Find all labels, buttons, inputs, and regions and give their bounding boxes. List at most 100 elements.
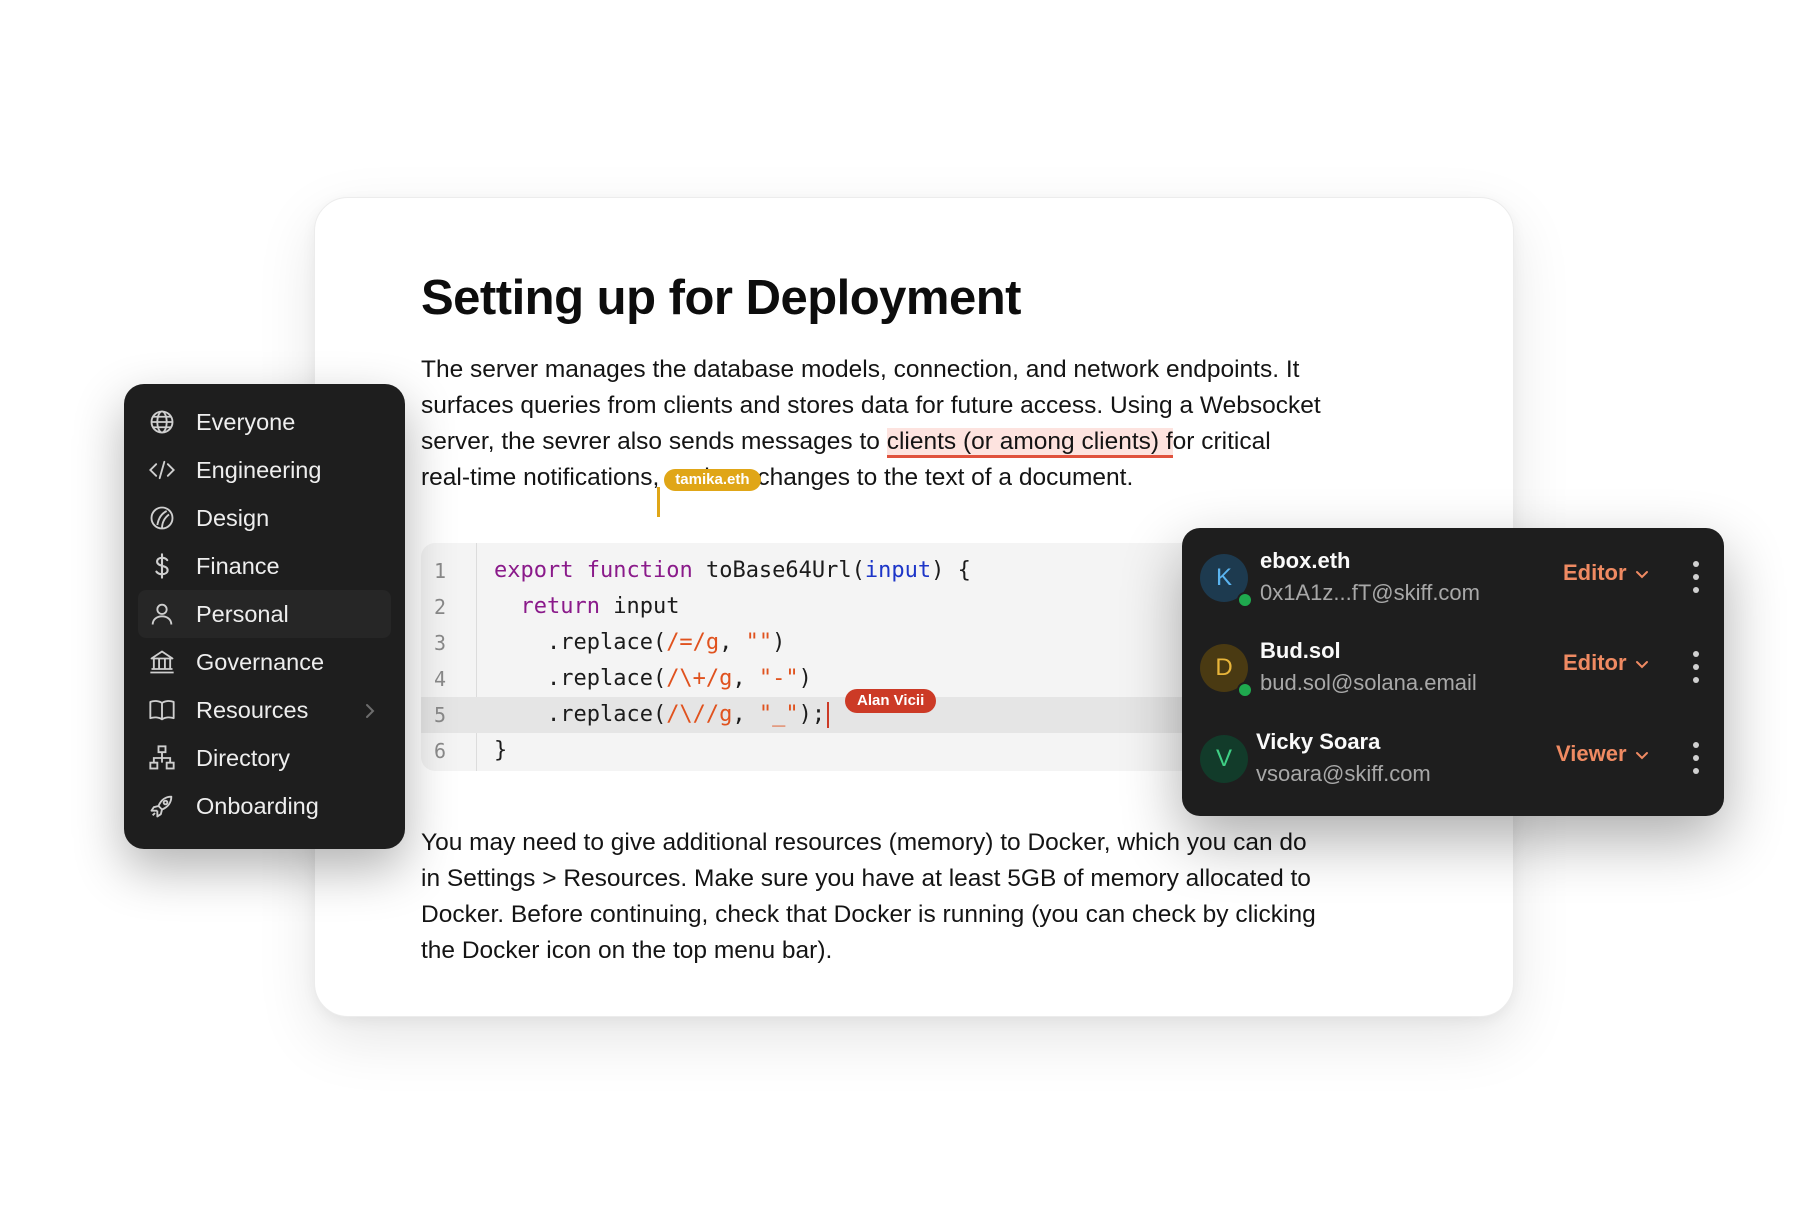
- collaborator-email: vsoara@skiff.com: [1256, 761, 1431, 786]
- role-dropdown[interactable]: Editor: [1563, 560, 1649, 586]
- role-label: Editor: [1563, 560, 1627, 585]
- paragraph-2-line-3: Docker. Before continuing, check that Do…: [421, 901, 1316, 928]
- paragraph-1-line-2: surfaces queries from clients and stores…: [421, 392, 1321, 419]
- alan-cursor-caret: [827, 702, 830, 728]
- code-text: ): [772, 630, 786, 655]
- sidebar-item-label: Finance: [196, 552, 280, 579]
- collaborator-email: 0x1A1z...fT@skiff.com: [1260, 580, 1480, 605]
- sidebar-item-label: Everyone: [196, 408, 296, 435]
- online-status-dot: [1237, 592, 1253, 608]
- string-token: "_": [758, 702, 799, 727]
- keyword-token: function: [586, 558, 693, 583]
- sidebar-item-label: Onboarding: [196, 792, 319, 819]
- online-status-dot: [1237, 682, 1253, 698]
- sidebar-item-personal[interactable]: Personal: [138, 590, 391, 638]
- avatar: V: [1200, 735, 1248, 783]
- collaborator-email: bud.sol@solana.email: [1260, 670, 1477, 695]
- regex-token: /\+/g: [666, 666, 733, 691]
- paragraph-1-line-1: The server manages the database models, …: [421, 356, 1300, 383]
- param-token: input: [864, 558, 932, 583]
- role-label: Viewer: [1556, 741, 1627, 766]
- role-dropdown[interactable]: Viewer: [1556, 741, 1649, 767]
- code-text: }: [494, 738, 508, 763]
- collaborator-cursor-label: tamika.eth: [664, 469, 761, 491]
- line-number: 5: [433, 703, 447, 727]
- line-number: 4: [433, 667, 447, 691]
- role-dropdown[interactable]: Editor: [1563, 650, 1649, 676]
- collaborator-name: ebox.eth: [1260, 548, 1351, 573]
- code-text: ) {: [931, 558, 971, 583]
- sidebar-item-label: Engineering: [196, 456, 322, 483]
- paragraph-1-line-3b: or critical: [1172, 428, 1271, 455]
- string-token: "": [745, 630, 773, 655]
- paragraph-2-line-2: in Settings > Resources. Make sure you h…: [421, 865, 1311, 892]
- rocket-icon: [148, 792, 176, 820]
- sidebar-item-engineering[interactable]: Engineering: [138, 446, 391, 494]
- code-text: ,: [732, 702, 759, 727]
- book-icon: [148, 696, 176, 724]
- regex-token: /\//g: [666, 702, 733, 727]
- code-icon: [148, 456, 176, 484]
- code-text: .replace(: [494, 666, 667, 691]
- dollar-icon: [148, 552, 176, 580]
- sidebar-item-label: Personal: [196, 600, 289, 627]
- alan-cursor-label: Alan Vicii: [845, 689, 937, 713]
- more-options-icon[interactable]: [1692, 741, 1700, 775]
- globe-icon: [148, 408, 176, 436]
- collaborator-row: V Vicky Soara vsoara@skiff.com Viewer: [1182, 713, 1724, 803]
- code-text: .replace(: [494, 702, 667, 727]
- line-number: 6: [433, 739, 447, 763]
- sidebar-item-label: Governance: [196, 648, 325, 675]
- collaborator-row: K ebox.eth 0x1A1z...fT@skiff.com Editor: [1182, 532, 1724, 622]
- collaborator-name: Vicky Soara: [1256, 729, 1381, 754]
- line-number: 2: [433, 595, 447, 619]
- chevron-down-icon: [1635, 650, 1649, 676]
- paragraph-2-line-1: You may need to give additional resource…: [421, 829, 1307, 856]
- sidebar-item-label: Resources: [196, 696, 309, 723]
- document-title[interactable]: Setting up for Deployment: [421, 270, 1022, 326]
- user-icon: [148, 600, 176, 628]
- hierarchy-icon: [148, 744, 176, 772]
- comment-highlight[interactable]: clients (or among clients) f: [886, 428, 1173, 458]
- share-panel: K ebox.eth 0x1A1z...fT@skiff.com Editor …: [1182, 528, 1724, 816]
- keyword-token: export: [494, 558, 574, 583]
- chevron-right-icon: [363, 700, 377, 727]
- sidebar-item-label: Directory: [196, 744, 291, 771]
- collaborator-name: Bud.sol: [1260, 638, 1341, 663]
- paragraph-1-line-4a: real-time notifications,: [421, 464, 660, 491]
- sidebar-item-governance[interactable]: Governance: [138, 638, 391, 686]
- code-text: ,: [732, 666, 759, 691]
- bank-icon: [148, 648, 176, 676]
- function-name-token: toBase64Url(: [705, 558, 865, 583]
- sidebar-item-finance[interactable]: Finance: [138, 542, 391, 590]
- more-options-icon[interactable]: [1692, 560, 1700, 594]
- code-text: ): [798, 666, 812, 691]
- code-text: .replace(: [494, 630, 667, 655]
- regex-token: /=/g: [666, 630, 720, 655]
- line-number: 1: [433, 559, 447, 583]
- collaborator-caret: [657, 487, 661, 517]
- paragraph-2-line-4: the Docker icon on the top menu bar).: [421, 937, 833, 964]
- code-text: input: [599, 594, 680, 619]
- keyword-token: return: [520, 594, 600, 619]
- paragraph-1[interactable]: The server manages the database models, …: [421, 352, 1421, 517]
- sidebar-item-design[interactable]: Design: [138, 494, 391, 542]
- paragraph-1-line-3a: server, the sevrer also sends messages t…: [421, 428, 887, 455]
- code-text: );: [798, 702, 826, 727]
- sidebar-item-resources[interactable]: Resources: [138, 686, 391, 734]
- collaborator-row: D Bud.sol bud.sol@solana.email Editor: [1182, 622, 1724, 712]
- code-text: ,: [719, 630, 746, 655]
- paragraph-2[interactable]: You may need to give additional resource…: [421, 825, 1421, 969]
- line-number: 3: [433, 631, 447, 655]
- chevron-down-icon: [1635, 741, 1649, 767]
- more-options-icon[interactable]: [1692, 650, 1700, 684]
- design-icon: [148, 504, 176, 532]
- chevron-down-icon: [1635, 560, 1649, 586]
- sidebar-item-directory[interactable]: Directory: [138, 734, 391, 782]
- sidebar-item-label: Design: [196, 504, 270, 531]
- sidebar-item-everyone[interactable]: Everyone: [138, 398, 391, 446]
- sidebar-item-onboarding[interactable]: Onboarding: [138, 782, 391, 830]
- sidebar-menu: Everyone Engineering Design Finance Pers…: [124, 384, 405, 849]
- string-token: "-": [758, 666, 799, 691]
